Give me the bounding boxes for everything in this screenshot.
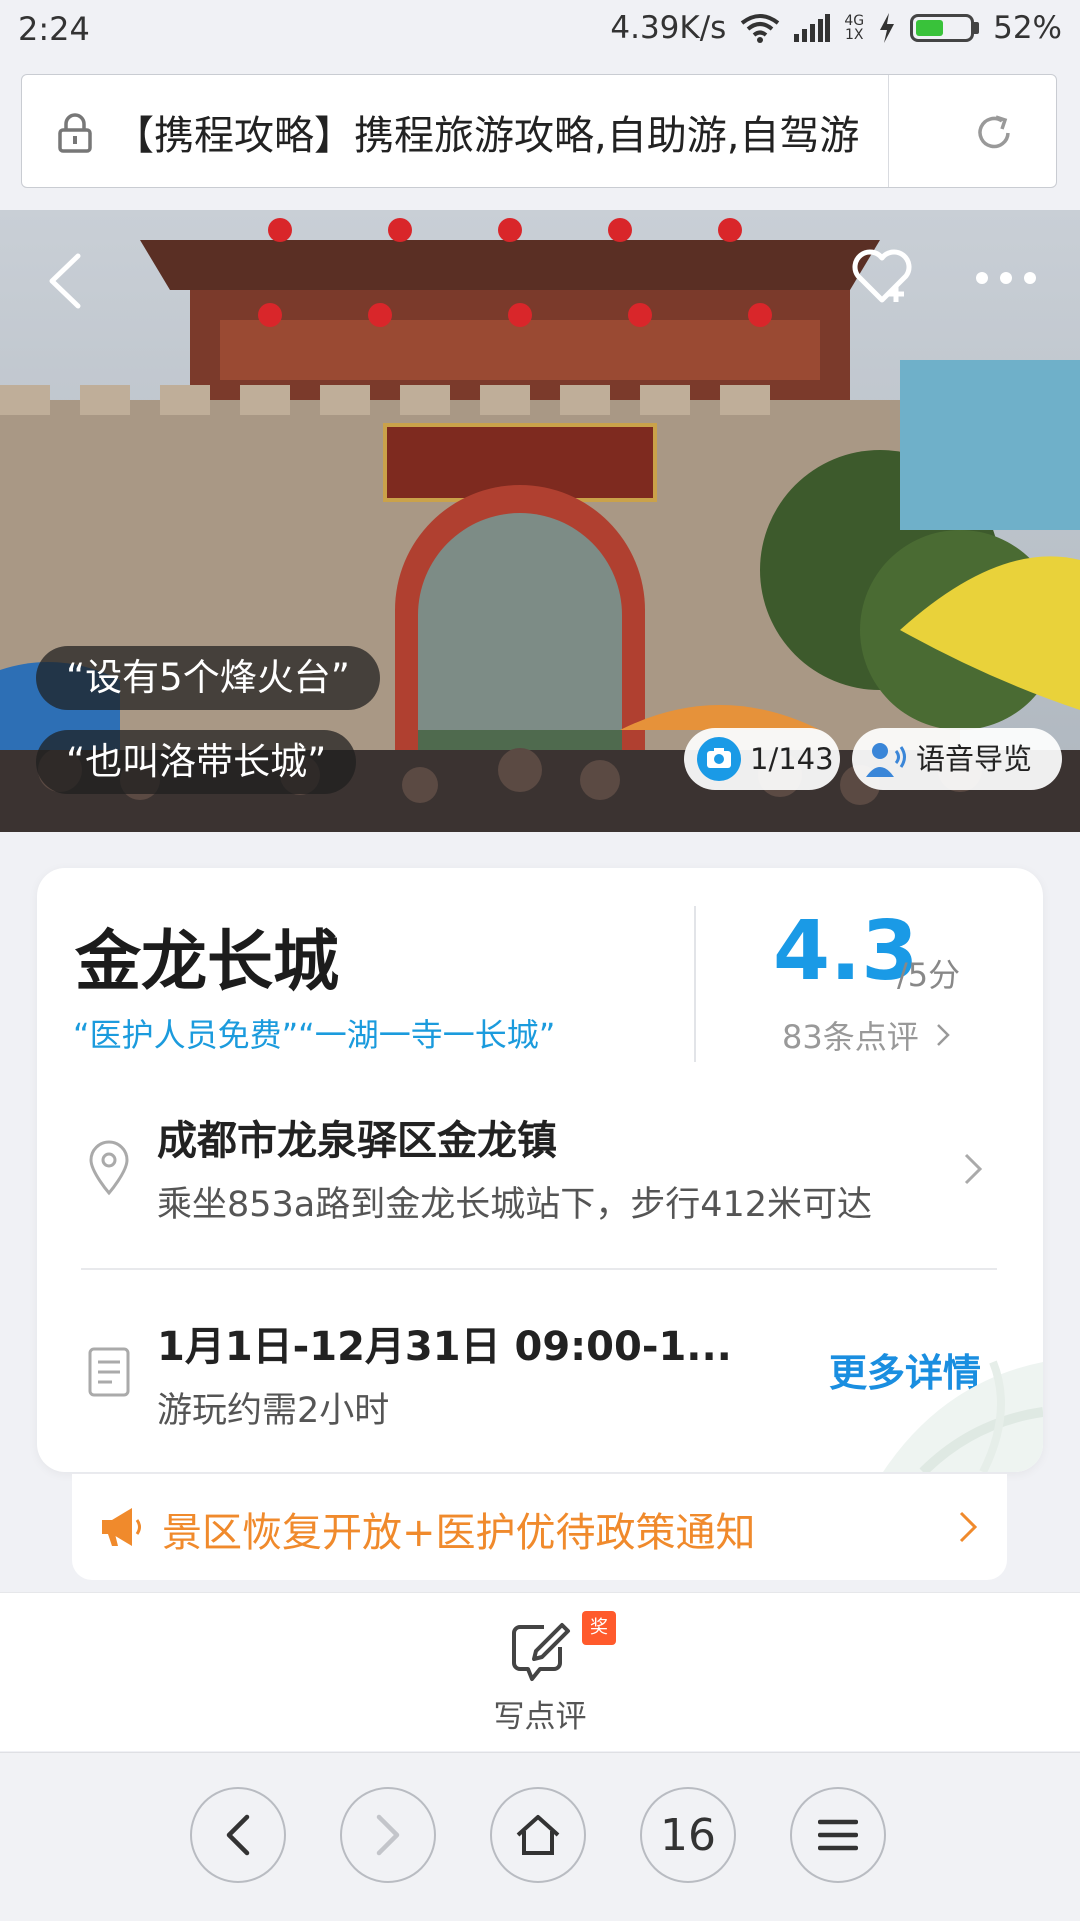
write-review-label[interactable]: 写点评: [0, 1691, 1080, 1736]
highlight-quote-2: “也叫洛带长城”: [36, 730, 357, 794]
audio-guide-button[interactable]: 语音导览: [852, 728, 1062, 790]
more-icon[interactable]: [976, 272, 1036, 284]
signal-icon: [794, 14, 831, 42]
battery-percent: 52%: [993, 10, 1062, 46]
hero-photo[interactable]: “设有5个烽火台” “也叫洛带长城” 1/143 语音导览: [0, 210, 1080, 832]
reviews-link[interactable]: 83条点评: [782, 1012, 951, 1058]
status-right: 4.39K/s 4G 1X 52%: [610, 10, 1062, 46]
location-pin-icon: [89, 1140, 129, 1196]
tab-count: 16: [660, 1809, 716, 1861]
tabs-button[interactable]: 16: [640, 1787, 736, 1883]
opening-hours: 1月1日-12月31日 09:00-1...: [157, 1324, 732, 1370]
url-bar[interactable]: 【携程攻略】携程旅游攻略,自助游,自驾游: [21, 74, 1057, 188]
audio-guide-icon: [866, 743, 906, 777]
status-bar: 2:24 4.39K/s 4G 1X 52%: [0, 0, 1080, 60]
policy-notice[interactable]: 景区恢复开放+医护优待政策通知: [72, 1474, 1007, 1580]
highlight-quote-1: “设有5个烽火台”: [36, 646, 380, 710]
nav-forward-icon: [376, 1814, 400, 1856]
directions: 乘坐853a路到金龙长城站下，步行412米可达: [157, 1185, 873, 1225]
attraction-tags: “医护人员免费”“一湖一寺一长城”: [73, 1016, 556, 1054]
wifi-icon: [741, 14, 780, 43]
home-button[interactable]: [490, 1787, 586, 1883]
rating-unit: /5分: [897, 956, 961, 994]
charging-icon: [880, 13, 895, 43]
chevron-right-icon: [937, 1024, 950, 1046]
photo-count-button[interactable]: 1/143: [684, 728, 840, 790]
url-divider: [888, 75, 889, 187]
document-icon: [88, 1347, 130, 1397]
attraction-title: 金龙长城: [75, 923, 339, 1000]
lock-icon: [58, 113, 92, 153]
reload-icon[interactable]: [972, 111, 1016, 155]
network-type: 4G 1X: [844, 13, 865, 43]
nav-back-icon: [226, 1814, 250, 1856]
address-chevron-icon[interactable]: [963, 1152, 983, 1186]
camera-icon: [697, 737, 741, 781]
photo-count: 1/143: [750, 742, 834, 776]
attraction-info-card: 金龙长城 “医护人员免费”“一湖一寺一长城” 4.3 /5分 83条点评 成都市…: [37, 868, 1043, 1472]
notice-text: 景区恢复开放+医护优待政策通知: [162, 1510, 756, 1556]
network-speed: 4.39K/s: [610, 10, 727, 46]
favorite-icon[interactable]: [850, 246, 914, 306]
audio-guide-label: 语音导览: [916, 742, 1033, 776]
home-icon: [516, 1815, 560, 1855]
megaphone-icon: [102, 1508, 141, 1546]
reward-badge: 奖: [582, 1611, 616, 1645]
status-time: 2:24: [18, 10, 90, 48]
visit-duration: 游玩约需2小时: [157, 1391, 390, 1431]
battery-icon: [910, 14, 980, 42]
map-decoration: [883, 1360, 1043, 1472]
card-divider-vertical: [694, 906, 696, 1062]
address[interactable]: 成都市龙泉驿区金龙镇: [157, 1108, 557, 1166]
card-divider: [81, 1268, 997, 1270]
url-title[interactable]: 【携程攻略】携程旅游攻略,自助游,自驾游: [114, 103, 884, 161]
notice-chevron-icon: [959, 1511, 978, 1543]
nav-back-button[interactable]: [190, 1787, 286, 1883]
back-icon[interactable]: [44, 252, 84, 310]
edit-review-icon[interactable]: [510, 1621, 572, 1683]
menu-icon: [818, 1819, 858, 1851]
nav-forward-button[interactable]: [340, 1787, 436, 1883]
menu-button[interactable]: [790, 1787, 886, 1883]
reviews-count: 83条点评: [782, 1018, 919, 1056]
write-review-bar[interactable]: 奖 写点评: [0, 1592, 1080, 1751]
browser-nav-bar: 16: [0, 1752, 1080, 1921]
